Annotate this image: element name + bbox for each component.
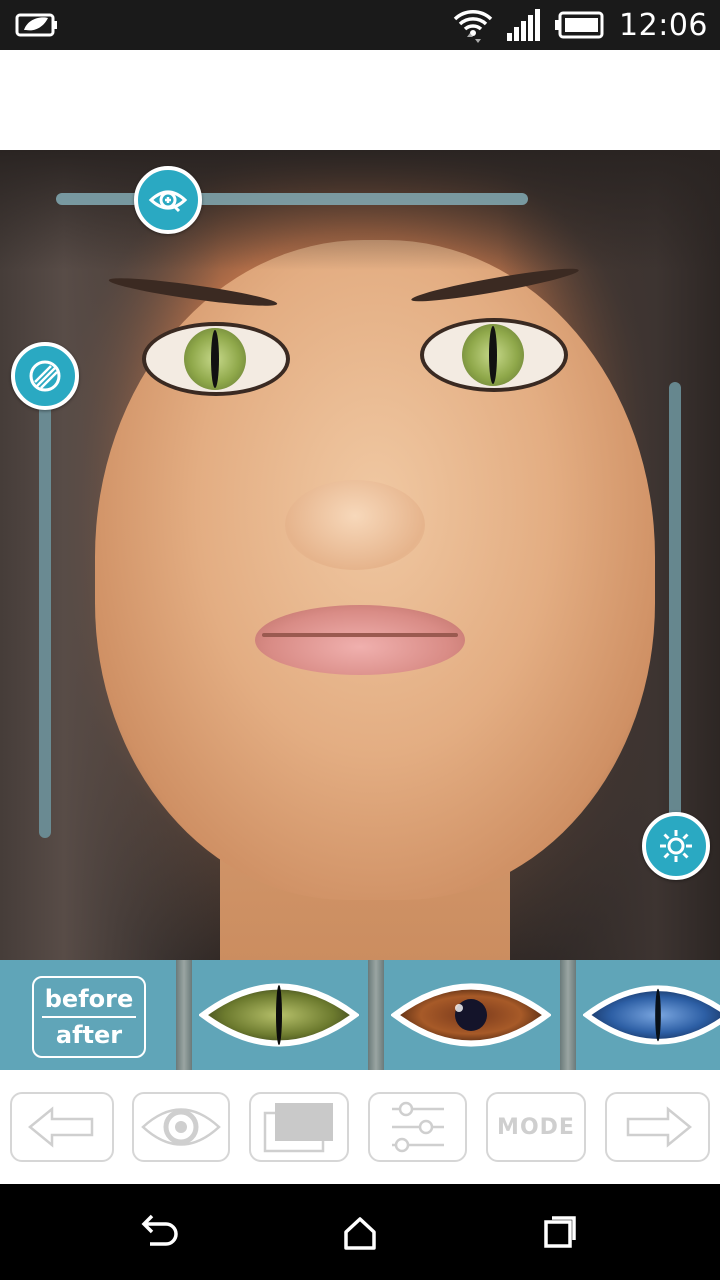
recents-icon[interactable] (538, 1210, 582, 1254)
eye-icon (141, 1108, 221, 1146)
clock: 12:06 (619, 7, 708, 43)
size-slider-knob[interactable] (134, 166, 202, 234)
before-after-button[interactable]: before after (32, 976, 146, 1058)
size-slider-track[interactable] (56, 193, 528, 205)
leaf-battery-saver-icon (15, 13, 57, 37)
layers-icon (263, 1103, 333, 1153)
brightness-slider-track[interactable] (669, 382, 681, 842)
before-label: before (44, 985, 134, 1013)
opacity-slider-track[interactable] (39, 380, 51, 838)
after-label: after (55, 1021, 123, 1049)
previous-button[interactable] (10, 1092, 114, 1162)
next-button[interactable] (605, 1092, 710, 1162)
bottom-toolbar: MODE (0, 1070, 720, 1184)
battery-icon (555, 11, 604, 39)
signal-icon (507, 9, 541, 41)
layers-button[interactable] (249, 1092, 349, 1162)
mode-label: MODE (497, 1114, 575, 1140)
strip-separator (176, 960, 192, 1070)
lens-green-cat-eye[interactable] (199, 968, 359, 1062)
opacity-slider-knob[interactable] (11, 342, 79, 410)
right-eye (420, 318, 568, 392)
header-area (0, 50, 720, 150)
lips (255, 605, 465, 675)
mode-button[interactable]: MODE (486, 1092, 586, 1162)
system-nav-bar (0, 1184, 720, 1280)
adjustments-button[interactable] (368, 1092, 467, 1162)
lens-blue-cat-eye[interactable] (583, 968, 720, 1062)
home-icon[interactable] (338, 1210, 382, 1254)
eye-view-button[interactable] (132, 1092, 230, 1162)
lens-strip: before after (0, 960, 720, 1070)
brightness-icon (660, 830, 692, 862)
arrow-left-icon (28, 1106, 94, 1148)
back-icon[interactable] (138, 1210, 182, 1254)
wifi-icon (453, 10, 493, 43)
arrow-right-icon (626, 1106, 692, 1148)
lens-brown-eye[interactable] (391, 968, 551, 1062)
status-bar: 12:06 (0, 0, 720, 50)
photo-canvas[interactable] (0, 150, 720, 960)
nose (285, 480, 425, 570)
status-icons: 12:06 (453, 0, 708, 50)
strip-separator (368, 960, 384, 1070)
sliders-icon (391, 1101, 444, 1153)
left-eye (142, 322, 290, 396)
texture-icon (29, 360, 61, 392)
strip-separator (560, 960, 576, 1070)
brightness-slider-knob[interactable] (642, 812, 710, 880)
eye-zoom-icon (148, 190, 188, 213)
